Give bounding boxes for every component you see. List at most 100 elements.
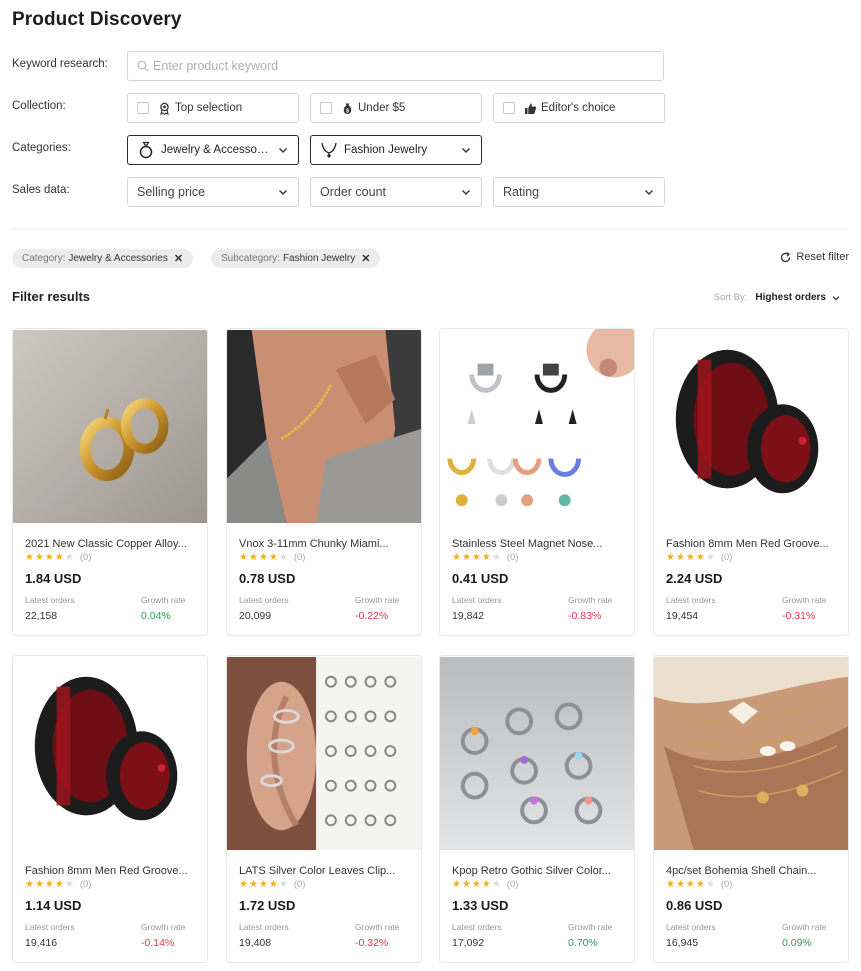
collection-editors-choice[interactable]: Editor's choice — [493, 93, 665, 123]
product-name[interactable]: 4pc/set Bohemia Shell Chain... — [666, 865, 838, 877]
rating-stars: ★★★★ ★ (0) — [239, 552, 306, 563]
growth-rate-value: 0.04% — [141, 610, 171, 622]
collection-top-selection[interactable]: Top selection — [127, 93, 299, 123]
product-name[interactable]: Stainless Steel Magnet Nose... — [452, 538, 624, 550]
rating-select[interactable]: Rating — [493, 177, 665, 207]
growth-rate-label: Growth rate — [355, 922, 400, 932]
growth-rate-value: 0.09% — [782, 937, 812, 949]
product-image[interactable] — [654, 656, 848, 851]
rating-count: (0) — [293, 879, 306, 890]
product-image[interactable] — [13, 656, 207, 851]
rating-stars: ★★★★ ★ (0) — [25, 552, 92, 563]
latest-orders-value: 16,945 — [666, 937, 699, 949]
product-image[interactable] — [440, 329, 634, 524]
growth-rate-label: Growth rate — [782, 922, 827, 932]
svg-text:$: $ — [345, 108, 348, 114]
keyword-search-box[interactable] — [127, 51, 664, 81]
product-image[interactable] — [654, 329, 848, 524]
product-name[interactable]: Fashion 8mm Men Red Groove... — [25, 865, 197, 877]
category-select[interactable]: Jewelry & Accessori... — [127, 135, 299, 165]
product-card[interactable]: Kpop Retro Gothic Silver Color... ★★★★ ★(… — [439, 655, 635, 963]
product-card[interactable]: 2021 New Classic Copper Alloy... ★★★★ ★ (0… — [12, 328, 208, 636]
product-price: 1.33 USD — [452, 898, 509, 913]
growth-rate-label: Growth rate — [568, 922, 613, 932]
close-icon[interactable]: ✕ — [361, 252, 370, 265]
checkbox[interactable] — [503, 102, 515, 114]
subcategory-select-value: Fashion Jewelry — [344, 144, 428, 156]
reset-filter-label: Reset filter — [796, 251, 849, 263]
product-name[interactable]: Fashion 8mm Men Red Groove... — [666, 538, 838, 550]
product-card[interactable]: Fashion 8mm Men Red Groove... ★★★★ ★ (0) 2… — [653, 328, 849, 636]
product-price: 1.84 USD — [25, 571, 82, 586]
growth-rate-label: Growth rate — [141, 595, 186, 605]
rating-stars: ★★★★ ★ (0) — [666, 879, 733, 890]
rating-stars: ★★★★ ★ (0) — [666, 552, 733, 563]
page-title: Product Discovery — [12, 9, 182, 30]
order-count-select[interactable]: Order count — [310, 177, 482, 207]
chip-key: Category: — [22, 253, 66, 264]
rating-stars: ★★★★ ★ (0) — [25, 879, 92, 890]
rating-count: (0) — [79, 552, 92, 563]
latest-orders-value: 17,092 — [452, 937, 485, 949]
rating-select-value: Rating — [503, 185, 540, 199]
close-icon[interactable]: ✕ — [174, 252, 183, 265]
product-price: 0.78 USD — [239, 571, 296, 586]
product-image[interactable] — [227, 329, 421, 524]
collection-label: Collection: — [12, 100, 66, 112]
product-card[interactable]: Fashion 8mm Men Red Groove... ★★★★ ★ (0) 1… — [12, 655, 208, 963]
rating-stars: ★★★★ ★ (0) — [239, 879, 306, 890]
growth-rate-value: -0.83% — [568, 610, 602, 622]
sort-by-control[interactable]: Sort By: Highest orders — [714, 292, 841, 303]
latest-orders-value: 19,454 — [666, 610, 699, 622]
chevron-down-icon — [645, 190, 653, 195]
latest-orders-label: Latest orders — [25, 595, 75, 605]
award-icon — [157, 101, 171, 115]
growth-rate-value: -0.31% — [782, 610, 816, 622]
growth-rate-value: -0.14% — [141, 937, 175, 949]
latest-orders-value: 22,158 — [25, 610, 58, 622]
sort-by-value: Highest orders — [755, 292, 826, 303]
product-card[interactable]: LATS Silver Color Leaves Clip... ★★★★ ★ (0… — [226, 655, 422, 963]
product-name[interactable]: 2021 New Classic Copper Alloy... — [25, 538, 197, 550]
latest-orders-label: Latest orders — [452, 922, 502, 932]
collection-label-text: Under $5 — [358, 102, 406, 114]
chip-value: Jewelry & Accessories — [68, 253, 168, 264]
category-select-value: Jewelry & Accessori... — [161, 144, 271, 156]
product-price: 2.24 USD — [666, 571, 723, 586]
latest-orders-label: Latest orders — [666, 922, 716, 932]
selling-price-select[interactable]: Selling price — [127, 177, 299, 207]
collection-under-5[interactable]: $ Under $5 — [310, 93, 482, 123]
chevron-down-icon — [279, 148, 287, 153]
divider — [12, 228, 848, 229]
rating-count: (0) — [293, 552, 306, 563]
product-card[interactable]: Vnox 3-11mm Chunky Miami... ★★★★ ★ (0) 0.7… — [226, 328, 422, 636]
rating-count: (0) — [79, 879, 92, 890]
necklace-icon — [320, 141, 338, 159]
rating-count: (0) — [720, 879, 733, 890]
keyword-search-input[interactable] — [153, 59, 663, 73]
product-name[interactable]: Kpop Retro Gothic Silver Color... — [452, 865, 624, 877]
product-name[interactable]: LATS Silver Color Leaves Clip... — [239, 865, 411, 877]
rating-count: (0) — [506, 552, 519, 563]
latest-orders-value: 20,099 — [239, 610, 272, 622]
latest-orders-label: Latest orders — [239, 922, 289, 932]
collection-label-text: Top selection — [175, 102, 243, 114]
thumbs-up-icon — [523, 101, 537, 115]
product-image[interactable] — [440, 656, 634, 851]
product-card[interactable]: Stainless Steel Magnet Nose... ★★★★ ★ (0) … — [439, 328, 635, 636]
product-price: 0.86 USD — [666, 898, 723, 913]
product-image[interactable] — [227, 656, 421, 851]
subcategory-select[interactable]: Fashion Jewelry — [310, 135, 482, 165]
reset-filter-button[interactable]: Reset filter — [780, 251, 849, 263]
checkbox[interactable] — [320, 102, 332, 114]
growth-rate-label: Growth rate — [141, 922, 186, 932]
filter-chip-subcategory: Subcategory: Fashion Jewelry ✕ — [211, 249, 381, 268]
product-name[interactable]: Vnox 3-11mm Chunky Miami... — [239, 538, 411, 550]
checkbox[interactable] — [137, 102, 149, 114]
product-image[interactable] — [13, 329, 207, 524]
chevron-down-icon — [462, 190, 470, 195]
growth-rate-value: 0.70% — [568, 937, 598, 949]
product-card[interactable]: 4pc/set Bohemia Shell Chain... ★★★★ ★ (0) … — [653, 655, 849, 963]
sort-by-label: Sort By: — [713, 292, 748, 303]
chevron-down-icon — [832, 295, 840, 301]
